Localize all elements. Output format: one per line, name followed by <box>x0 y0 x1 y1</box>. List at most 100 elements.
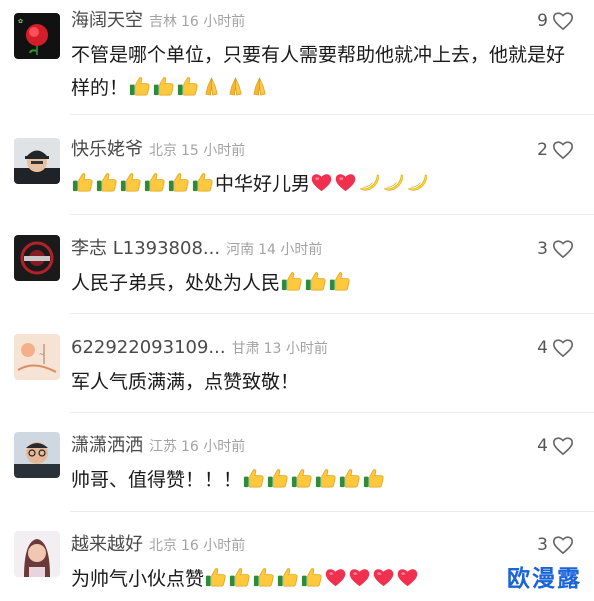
location: 北京 <box>149 143 177 159</box>
thumbs-up-icon <box>267 469 288 488</box>
avatar[interactable] <box>14 531 60 577</box>
like-button[interactable]: 3 <box>537 235 574 263</box>
comment-text: 为帅气小伙点赞 <box>71 563 576 596</box>
comment-body: 为帅气小伙点赞 <box>71 568 205 590</box>
location: 吉林 <box>149 14 177 30</box>
timestamp: 15 小时前 <box>181 143 246 159</box>
comment-list: ✿ 海阔天空 吉林 16 小时前 9 不管是哪个单位，只要有人需要帮助他就冲上去，他… <box>0 0 594 601</box>
thumbs-up-icon <box>301 568 322 587</box>
heart-outline-icon <box>552 536 574 555</box>
banana-icon <box>384 174 403 191</box>
like-button[interactable]: 2 <box>537 136 574 164</box>
username[interactable]: 越来越好 <box>71 534 143 555</box>
banana-icon <box>360 174 379 191</box>
red-heart-icon <box>311 174 332 192</box>
location: 河南 <box>226 242 255 258</box>
avatar[interactable] <box>14 138 60 184</box>
thumbs-up-icon <box>315 469 336 488</box>
divider <box>70 114 594 115</box>
emoji-row-prefix <box>71 173 215 195</box>
heart-outline-icon <box>552 437 574 456</box>
thumbs-up-icon <box>177 77 198 96</box>
location: 北京 <box>149 538 177 554</box>
thumbs-up-icon <box>277 568 298 587</box>
username[interactable]: 快乐姥爷 <box>71 139 143 160</box>
comment-text: 不管是哪个单位，只要有人需要帮助他就冲上去，他就是好样的！ <box>71 39 576 105</box>
comment-body: 人民子弟兵，处处为人民 <box>71 272 281 294</box>
praying-hands-icon <box>229 77 242 96</box>
comment-item: 潇潇洒洒 江苏 16 小时前 4 帅哥、值得赞！！！ <box>0 432 594 502</box>
comment-meta: 海阔天空 吉林 16 小时前 <box>71 7 245 35</box>
comment-text: 中华好儿男 <box>71 168 576 201</box>
timestamp: 13 小时前 <box>263 341 328 357</box>
like-button[interactable]: 4 <box>537 334 574 362</box>
timestamp: 16 小时前 <box>181 14 246 30</box>
man-glasses-avatar-icon <box>14 432 60 478</box>
username[interactable]: 622922093109... <box>71 337 226 358</box>
red-heart-icon <box>373 569 394 587</box>
timestamp: 16 小时前 <box>181 538 246 554</box>
comment-body: 帅哥、值得赞！！！ <box>71 469 243 491</box>
location: 甘肃 <box>231 341 260 357</box>
thumbs-up-icon <box>305 272 326 291</box>
praying-hands-icon <box>205 77 218 96</box>
thumbs-up-icon <box>120 173 141 192</box>
like-count: 3 <box>537 535 548 555</box>
thumbs-up-icon <box>205 568 226 587</box>
avatar[interactable]: ~ <box>14 334 60 380</box>
thumbs-up-icon <box>96 173 117 192</box>
divider <box>70 214 594 215</box>
watermark: 欧漫露 <box>507 566 582 592</box>
comment-meta: 快乐姥爷 北京 15 小时前 <box>71 136 245 164</box>
like-count: 9 <box>537 11 548 31</box>
thumbs-up-icon <box>229 568 250 587</box>
thumbs-up-icon <box>291 469 312 488</box>
svg-text:✿: ✿ <box>18 18 23 25</box>
divider <box>70 412 594 413</box>
comment-text: 帅哥、值得赞！！！ <box>71 464 576 497</box>
like-button[interactable]: 4 <box>537 432 574 460</box>
dark-emblem-avatar-icon <box>14 235 60 281</box>
comment-body: 军人气质满满，点赞致敬！ <box>71 371 300 393</box>
emoji-row <box>204 568 420 590</box>
comment-item: 快乐姥爷 北京 15 小时前 2 中华好儿男 <box>0 136 594 206</box>
heart-outline-icon <box>552 339 574 358</box>
thumbs-up-icon <box>329 272 350 291</box>
like-button[interactable]: 3 <box>537 531 574 559</box>
comment-item: 李志 L1393808... 河南 14 小时前 3 人民子弟兵，处处为人民 <box>0 235 594 305</box>
heart-outline-icon <box>552 240 574 259</box>
thumbs-up-icon <box>363 469 384 488</box>
comment-item: ✿ 海阔天空 吉林 16 小时前 9 不管是哪个单位，只要有人需要帮助他就冲上去，他… <box>0 7 594 107</box>
peach-art-avatar-icon: ~ <box>14 334 60 380</box>
red-heart-icon <box>335 174 356 192</box>
emoji-row <box>242 469 386 491</box>
thumbs-up-icon <box>253 568 274 587</box>
avatar[interactable]: ✿ <box>14 13 60 59</box>
location: 江苏 <box>149 439 177 455</box>
rose-avatar-icon: ✿ <box>14 13 60 59</box>
comment-item: ~ 622922093109... 甘肃 13 小时前 4 军人气质满满，点赞致敬！ <box>0 334 594 404</box>
like-count: 4 <box>537 338 548 358</box>
thumbs-up-icon <box>243 469 264 488</box>
avatar[interactable] <box>14 235 60 281</box>
timestamp: 14 小时前 <box>258 242 323 258</box>
thumbs-up-icon <box>144 173 165 192</box>
thumbs-up-icon <box>168 173 189 192</box>
thumbs-up-icon <box>153 77 174 96</box>
username[interactable]: 李志 L1393808... <box>71 238 220 259</box>
banana-icon <box>408 174 427 191</box>
comment-text: 人民子弟兵，处处为人民 <box>71 267 576 300</box>
avatar[interactable] <box>14 432 60 478</box>
red-heart-icon <box>349 569 370 587</box>
svg-text:~: ~ <box>39 351 44 358</box>
divider <box>70 313 594 314</box>
emoji-row <box>128 77 272 99</box>
like-button[interactable]: 9 <box>537 7 574 35</box>
comment-meta: 李志 L1393808... 河南 14 小时前 <box>71 235 322 263</box>
like-count: 2 <box>537 140 548 160</box>
username[interactable]: 海阔天空 <box>71 10 143 31</box>
comment-item: 越来越好 北京 16 小时前 3 为帅气小伙点赞 <box>0 531 594 601</box>
thumbs-up-icon <box>192 173 213 192</box>
comment-meta: 越来越好 北京 16 小时前 <box>71 531 245 559</box>
username[interactable]: 潇潇洒洒 <box>71 435 143 456</box>
